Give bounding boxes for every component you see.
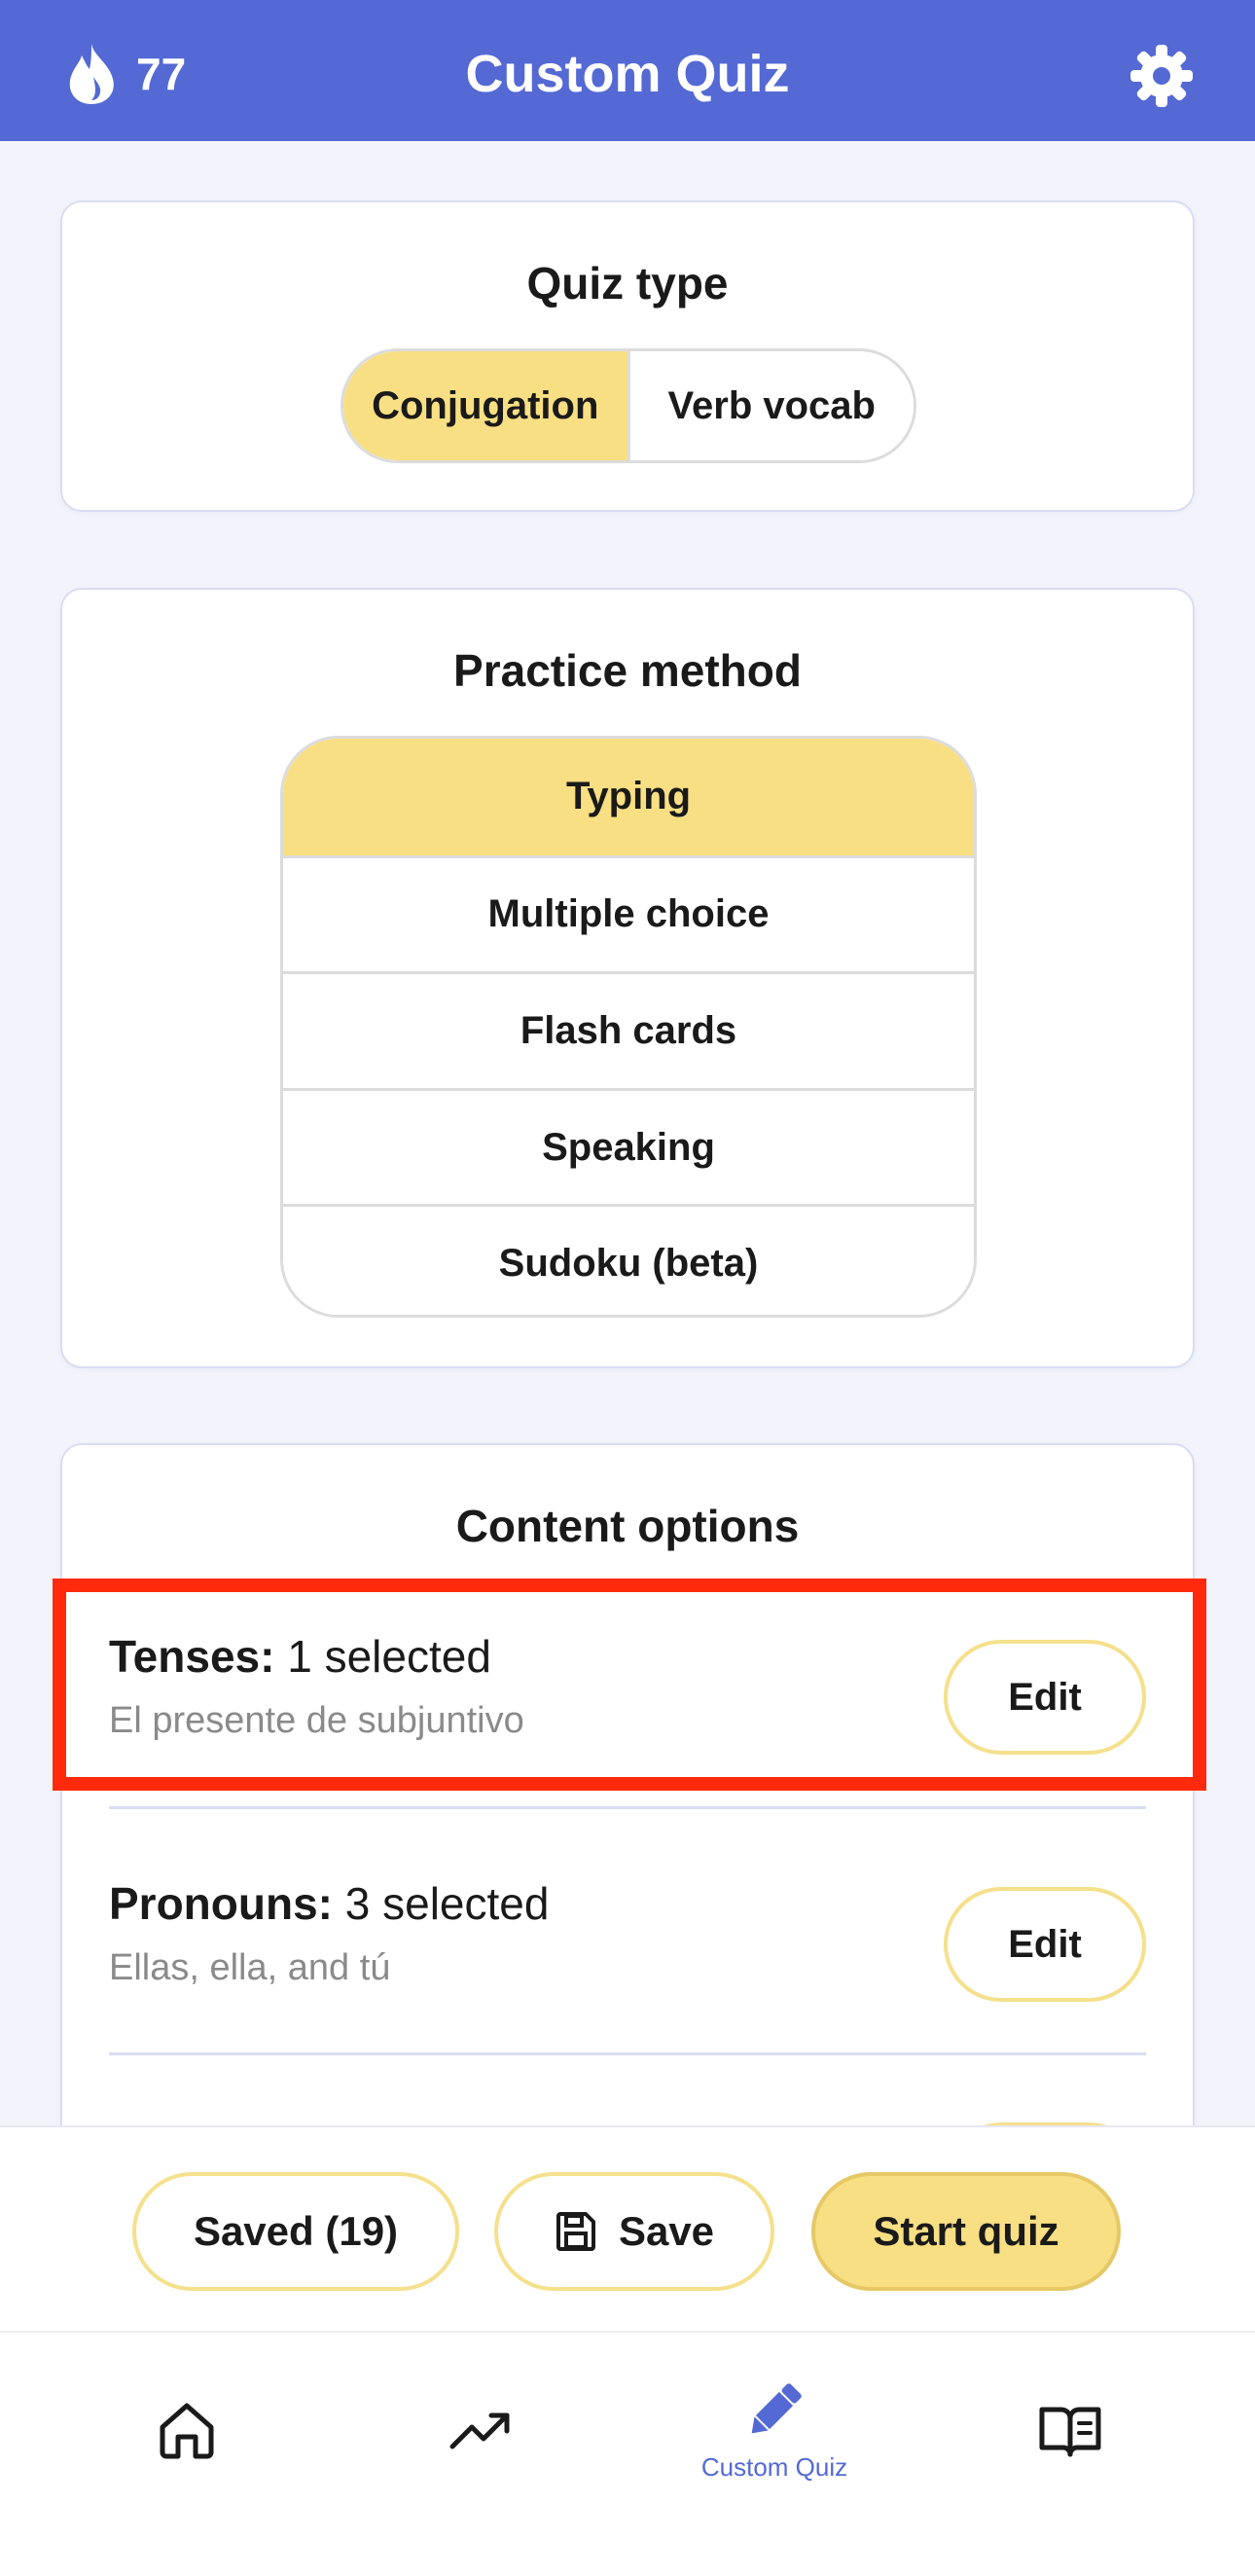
save-label: Save bbox=[618, 2208, 715, 2254]
pronouns-summary: Pronouns: 3 selected bbox=[109, 1877, 549, 1930]
highlight-box bbox=[53, 1578, 1206, 1791]
method-flash-cards[interactable]: Flash cards bbox=[283, 971, 974, 1088]
method-sudoku[interactable]: Sudoku (beta) bbox=[283, 1204, 974, 1315]
pronouns-label: Pronouns: bbox=[109, 1878, 333, 1929]
gear-icon[interactable] bbox=[1129, 43, 1195, 109]
content-options-title: Content options bbox=[455, 1501, 800, 1551]
quiz-type-title: Quiz type bbox=[526, 258, 729, 308]
pronouns-count: 3 selected bbox=[344, 1878, 550, 1929]
save-button[interactable]: Save bbox=[494, 2172, 774, 2291]
method-typing[interactable]: Typing bbox=[283, 739, 974, 855]
tab-reference[interactable] bbox=[924, 2333, 1216, 2527]
start-quiz-label: Start quiz bbox=[873, 2208, 1059, 2254]
floppy-disk-icon bbox=[556, 2212, 595, 2251]
bottom-tab-bar: Custom Quiz bbox=[0, 2333, 1255, 2576]
content-options-card: Content options Tenses: 1 selected El pr… bbox=[60, 1443, 1195, 2237]
page-title: Custom Quiz bbox=[465, 45, 790, 103]
pronouns-option-row: Pronouns: 3 selected Ellas, ella, and tú… bbox=[109, 1838, 1146, 2033]
saved-quizzes-label: Saved (19) bbox=[193, 2208, 399, 2254]
edit-pronouns-button[interactable]: Edit bbox=[944, 1887, 1146, 2002]
quiz-type-card: Quiz type Conjugation Verb vocab bbox=[60, 200, 1195, 512]
trending-icon bbox=[449, 2413, 510, 2449]
divider bbox=[109, 2052, 1146, 2055]
quiz-type-conjugation[interactable]: Conjugation bbox=[343, 351, 628, 460]
tab-progress[interactable] bbox=[335, 2333, 627, 2527]
book-icon bbox=[1039, 2407, 1101, 2457]
pencil-icon bbox=[751, 2382, 802, 2433]
tab-home[interactable] bbox=[41, 2333, 333, 2527]
tab-custom-quiz[interactable]: Custom Quiz bbox=[628, 2333, 920, 2527]
action-bar: Saved (19) Save Start quiz bbox=[0, 2125, 1255, 2333]
saved-quizzes-button[interactable]: Saved (19) bbox=[132, 2172, 459, 2291]
quiz-type-selector: Conjugation Verb vocab bbox=[341, 348, 916, 463]
pronouns-detail: Ellas, ella, and tú bbox=[109, 1947, 391, 1988]
start-quiz-button[interactable]: Start quiz bbox=[811, 2172, 1121, 2291]
practice-method-list: Typing Multiple choice Flash cards Speak… bbox=[280, 736, 977, 1318]
practice-method-card: Practice method Typing Multiple choice F… bbox=[60, 588, 1195, 1368]
tab-custom-quiz-label: Custom Quiz bbox=[700, 2451, 848, 2482]
method-multiple-choice[interactable]: Multiple choice bbox=[283, 854, 974, 972]
divider bbox=[109, 1806, 1146, 1809]
quiz-type-verb-vocab[interactable]: Verb vocab bbox=[627, 351, 914, 460]
method-speaking[interactable]: Speaking bbox=[283, 1087, 974, 1205]
top-app-bar: 77 Custom Quiz bbox=[0, 0, 1255, 141]
practice-method-title: Practice method bbox=[453, 645, 802, 696]
home-icon bbox=[160, 2403, 214, 2459]
